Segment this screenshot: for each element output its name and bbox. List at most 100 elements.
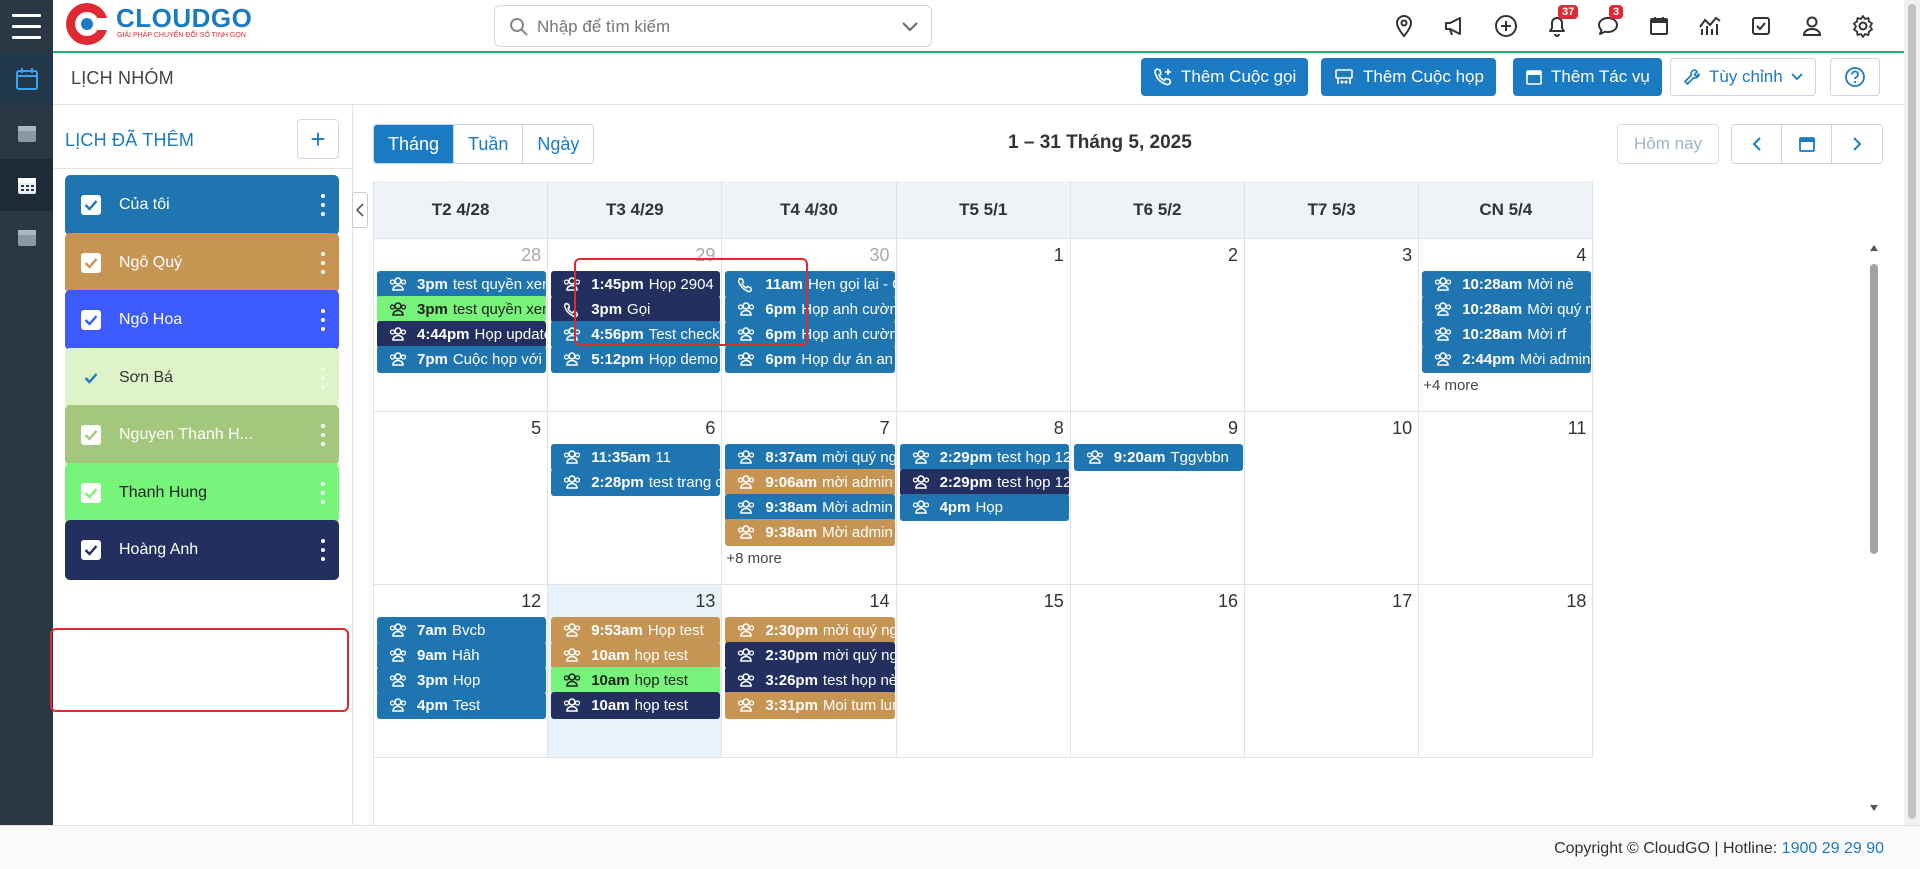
day-number[interactable]: 3 [1402, 245, 1412, 266]
calendar-event[interactable]: 2:29pmtest họp 123 [899, 444, 1069, 471]
calendar-checkbox[interactable] [81, 482, 101, 503]
day-number[interactable]: 10 [1392, 418, 1412, 439]
add-calendar-button[interactable]: + [297, 119, 339, 159]
kebab-menu-icon[interactable] [321, 424, 325, 446]
day-number[interactable]: 30 [870, 245, 890, 266]
calendar-event[interactable]: 10:28am Mời nè [1422, 271, 1592, 298]
today-button[interactable]: Hôm nay [1617, 124, 1719, 164]
search-box[interactable]: Nhập để tìm kiếm [494, 5, 932, 47]
day-cell[interactable]: 1 [896, 239, 1071, 412]
day-number[interactable]: 8 [1054, 418, 1064, 439]
collapse-panel-button[interactable] [352, 192, 368, 228]
day-number[interactable]: 6 [705, 418, 715, 439]
day-cell[interactable]: 82:29pmtest họp 1232:29pmtest họp 1234pm… [896, 412, 1071, 585]
day-cell[interactable]: 3 [1245, 239, 1420, 412]
calendar-checkbox[interactable] [81, 252, 101, 273]
chat-icon[interactable]: 3 [1593, 5, 1624, 41]
calendar-item[interactable]: Của tôi [65, 175, 339, 235]
calendar-event[interactable]: 4:44pmHọp update tiến [377, 321, 547, 348]
day-number[interactable]: 12 [521, 591, 541, 612]
calendar-event[interactable]: 2:28pmtest trang chủ mà [551, 469, 721, 496]
calendar-event[interactable]: 3pm test quyền xem [377, 296, 547, 323]
menu-toggle[interactable] [0, 0, 53, 53]
hotline-link[interactable]: 1900 29 29 90 [1782, 840, 1884, 857]
day-number[interactable]: 17 [1392, 591, 1412, 612]
kebab-menu-icon[interactable] [321, 366, 325, 389]
day-number[interactable]: 2 [1228, 245, 1238, 266]
calendar-event[interactable]: 9:06am mời admin [725, 469, 895, 496]
calendar-event[interactable]: 3:31pmMoi tum lum [725, 692, 895, 719]
day-number[interactable]: 15 [1044, 591, 1064, 612]
day-cell[interactable]: 28 3pm test quyền xem 3pm test quyền xem 4:44… [374, 239, 549, 412]
checkbox-icon[interactable] [1746, 11, 1776, 41]
calendar-event[interactable]: 9:38am Mời admin [725, 519, 895, 546]
day-number[interactable]: 11 [1568, 418, 1587, 439]
day-cell[interactable]: 78:37ammời quý ngo nè9:06ammời admin9:38… [722, 412, 897, 585]
calendar-event[interactable]: 5:12pm Họp demo [551, 346, 721, 373]
calendar-checkbox[interactable] [81, 425, 101, 445]
plus-circle-icon[interactable] [1491, 11, 1521, 41]
day-number[interactable]: 7 [880, 418, 890, 439]
calendar-event[interactable]: 7am Bvcb [377, 617, 547, 644]
calendar-checkbox[interactable] [81, 540, 101, 560]
calendar-event[interactable]: 10:28am Mời rf [1422, 321, 1592, 348]
calendar-item[interactable]: Ngô Quý [65, 232, 339, 293]
calendar-event[interactable]: 9:38am Mời admin [725, 494, 895, 521]
calendar-event[interactable]: 7pmCuộc họp với khách [377, 346, 547, 373]
grid-scrollbar-thumb[interactable] [1870, 264, 1878, 554]
tab-day[interactable]: Ngày [523, 125, 594, 163]
calendar-event[interactable]: 9:20am Tggvbbn [1073, 444, 1243, 471]
calendar-item[interactable]: Hoàng Anh [65, 520, 339, 580]
calendar-event[interactable]: 9:53am Họp test [551, 617, 721, 644]
page-scrollbar-thumb[interactable] [1908, 4, 1916, 819]
calendar-event[interactable]: 4pm Test [377, 692, 547, 719]
tab-week[interactable]: Tuần [454, 125, 524, 163]
next-button[interactable] [1832, 125, 1882, 163]
chart-icon[interactable] [1695, 11, 1725, 41]
calendar-event[interactable]: 8:37ammời quý ngo nè [725, 444, 895, 471]
kebab-menu-icon[interactable] [321, 309, 325, 331]
search-input[interactable]: Nhập để tìm kiếm [537, 17, 670, 37]
calendar-event[interactable]: 3pm test quyền xem [377, 271, 547, 298]
calendar-checkbox[interactable] [81, 195, 101, 215]
calendar-event[interactable]: 2:30pmmời quý ngô [725, 617, 895, 644]
calendar-event[interactable]: 3pm Họp [377, 667, 547, 694]
calendar-item[interactable]: Thanh Hung [65, 462, 339, 523]
calendar-icon[interactable] [1644, 11, 1674, 41]
day-number[interactable]: 5 [531, 418, 541, 439]
grid-scrollbar[interactable] [1866, 238, 1882, 818]
day-cell[interactable]: 142:30pmmời quý ngô2:30pmmời quý ngô3:26… [722, 585, 897, 758]
add-call-button[interactable]: Thêm Cuộc gọi [1141, 58, 1309, 96]
add-meeting-button[interactable]: Thêm Cuộc họp [1321, 58, 1496, 96]
user-icon[interactable] [1797, 11, 1827, 41]
day-cell[interactable]: 12 7am Bvcb 9am Hâh 3pm Họp 4pm Test [374, 585, 549, 758]
calendar-item[interactable]: Sơn Bá [65, 347, 339, 408]
brand-logo[interactable]: CLOUDGO GIẢI PHÁP CHUYỂN ĐỔI SỐ TINH GỌN [64, 1, 264, 47]
prev-button[interactable] [1732, 125, 1782, 163]
day-cell[interactable]: 9 9:20am Tggvbbn [1070, 412, 1245, 585]
add-task-button[interactable]: Thêm Tác vụ [1513, 58, 1662, 96]
day-number[interactable]: 16 [1218, 591, 1238, 612]
day-cell[interactable]: 2 [1070, 239, 1245, 412]
calendar-checkbox[interactable] [81, 368, 101, 388]
day-cell[interactable]: 10 [1245, 412, 1420, 585]
megaphone-icon[interactable] [1440, 11, 1470, 41]
calendar-event[interactable]: 10am họp test [551, 667, 721, 694]
day-cell[interactable]: 18 [1419, 585, 1594, 758]
day-number[interactable]: 1 [1054, 245, 1064, 266]
calendar-event[interactable]: 6pmHọp dự án an khang [725, 346, 895, 373]
calendar-event[interactable]: 11:35am 11 [551, 444, 721, 471]
gear-icon[interactable] [1848, 11, 1878, 41]
kebab-menu-icon[interactable] [321, 251, 325, 274]
calendar-event[interactable]: 2:44pmMời admin nhé [1422, 346, 1592, 373]
tab-month[interactable]: Tháng [374, 125, 455, 163]
rail-calendar-group[interactable] [0, 159, 53, 211]
calendar-event[interactable]: 10:28amMời quý ngô tes [1422, 296, 1592, 323]
day-number[interactable]: 14 [870, 591, 890, 612]
day-number[interactable]: 18 [1566, 591, 1586, 612]
chevron-down-icon[interactable] [901, 21, 919, 33]
day-cell[interactable]: 6 11:35am112:28pmtest trang chủ mà [548, 412, 723, 585]
page-scrollbar[interactable] [1904, 0, 1920, 825]
date-picker-button[interactable] [1782, 125, 1832, 163]
day-cell[interactable]: 16 [1070, 585, 1245, 758]
